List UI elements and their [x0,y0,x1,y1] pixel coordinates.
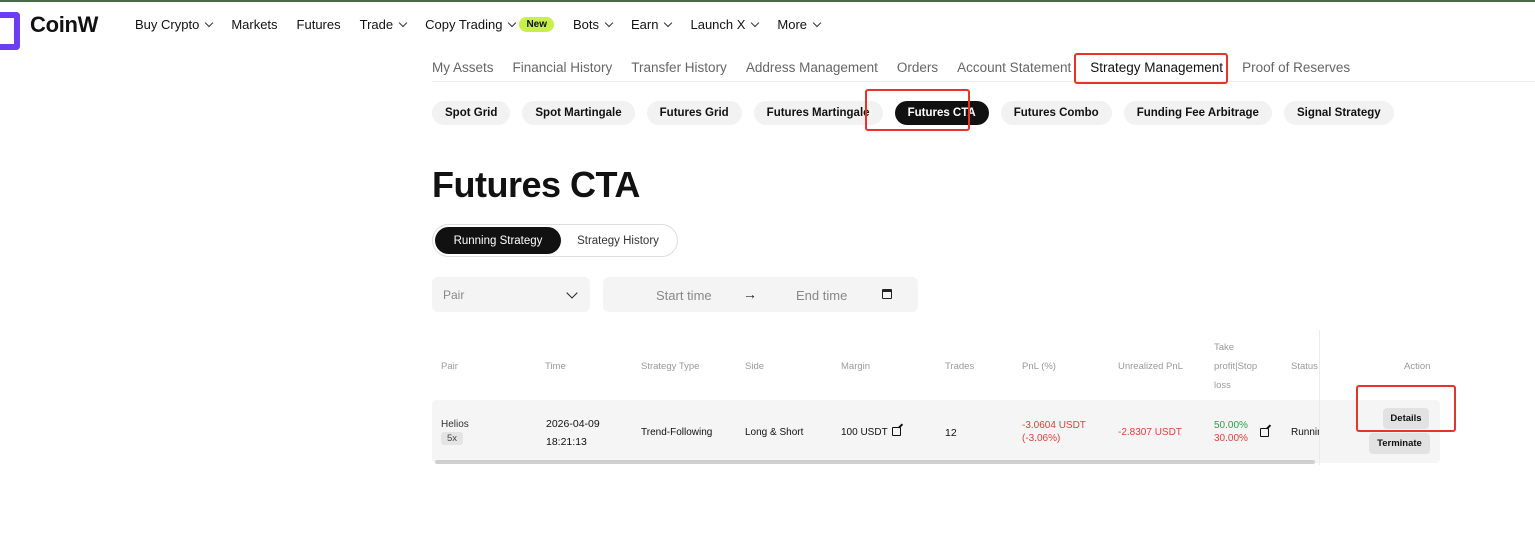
leverage-badge: 5x [441,432,464,445]
tab-proof-of-reserves[interactable]: Proof of Reserves [1242,60,1350,75]
nav-bots[interactable]: Bots [573,17,614,32]
nav-label: More [777,17,808,32]
header: CoinW Buy Crypto Markets Futures Trade C… [0,2,1535,50]
chevron-down-icon [205,18,214,28]
nav-label: Bots [573,17,600,32]
tab-orders[interactable]: Orders [897,60,938,75]
col-header-tp-sl: Take profit|Stop loss [1214,342,1258,391]
cell-unrealized-pnl: -2.8307 USDT [1118,427,1182,438]
cell-trades: 12 [945,427,957,439]
cell-pnl-pct: (-3.06%) [1022,433,1061,444]
chevron-down-icon [566,287,578,299]
cell-side: Long & Short [745,427,804,438]
col-header-strategy-type: Strategy Type [641,361,700,372]
nav-launch-x[interactable]: Launch X [690,17,760,32]
tab-my-assets[interactable]: My Assets [432,60,494,75]
nav-label: Trade [359,17,394,32]
nav-label: Buy Crypto [135,17,200,32]
col-header-side: Side [745,361,765,372]
strategy-history-button[interactable]: Strategy History [561,227,675,254]
col-header-margin: Margin [841,361,871,372]
tab-account-statement[interactable]: Account Statement [957,60,1071,75]
col-header-pair: Pair [441,361,458,372]
tab-transfer-history[interactable]: Transfer History [631,60,727,75]
nav-buy-crypto[interactable]: Buy Crypto [135,17,214,32]
brand-name: CoinW [30,12,99,37]
col-header-unrealized-pnl: Unrealized PnL [1118,361,1183,372]
tab-address-management[interactable]: Address Management [746,60,878,75]
page-title: Futures CTA [432,164,640,205]
cell-strategy-type: Trend-Following [641,427,713,438]
start-time-input[interactable]: Start time [656,288,712,303]
tab-financial-history[interactable]: Financial History [513,60,613,75]
new-badge: New [519,17,554,32]
main-nav: Buy Crypto Markets Futures Trade Copy Tr… [135,17,839,32]
nav-more[interactable]: More [777,17,822,32]
edit-icon[interactable] [1260,428,1269,437]
table-row [432,400,1440,463]
tab-strategy-management[interactable]: Strategy Management [1090,60,1223,75]
arrow-right-icon: → [743,286,757,302]
cell-pnl-value: -3.0604 USDT [1022,420,1086,431]
nav-label: Copy Trading [425,17,503,32]
pill-funding-fee-arbitrage[interactable]: Funding Fee Arbitrage [1123,101,1272,125]
pair-select-placeholder: Pair [443,287,465,302]
chevron-down-icon [664,18,673,28]
logo[interactable]: CoinW [0,12,99,50]
nav-label: Launch X [690,17,746,32]
pill-futures-combo[interactable]: Futures Combo [1000,101,1112,125]
details-button[interactable]: Details [1383,408,1429,429]
cell-take-profit: 50.00% [1214,420,1248,431]
calendar-icon[interactable] [882,289,892,299]
nav-copy-trading[interactable]: Copy Trading New [425,17,554,32]
chevron-down-icon [751,18,760,28]
strategy-type-pills: Spot Grid Spot Martingale Futures Grid F… [432,101,1406,125]
nav-label: Earn [631,17,659,32]
edit-icon[interactable] [891,427,901,436]
pill-spot-martingale[interactable]: Spot Martingale [522,101,635,125]
nav-earn[interactable]: Earn [631,17,673,32]
col-header-time: Time [545,361,566,372]
nav-trade[interactable]: Trade [359,17,408,32]
running-strategy-button[interactable]: Running Strategy [435,227,561,254]
col-header-status: Status [1291,361,1318,372]
cell-stop-loss: 30.00% [1214,433,1248,444]
pill-futures-grid[interactable]: Futures Grid [646,101,742,125]
chevron-down-icon [604,18,614,28]
account-tabs: My Assets Financial History Transfer His… [432,60,1369,75]
nav-markets[interactable]: Markets [231,17,277,32]
cell-date: 2026-04-09 [546,418,600,430]
pill-signal-strategy[interactable]: Signal Strategy [1283,101,1394,125]
pair-select[interactable]: Pair [432,277,590,312]
cell-time: 18:21:13 [546,436,587,448]
cell-pair: Helios [441,419,469,430]
col-header-action: Action [1404,361,1431,372]
pill-futures-martingale[interactable]: Futures Martingale [753,101,883,125]
margin-value: 100 USDT [841,427,888,438]
nav-futures[interactable]: Futures [297,17,341,32]
coinw-logo-icon [0,12,20,50]
end-time-input[interactable]: End time [796,288,847,303]
action-column-separator [1319,330,1320,465]
nav-label: Markets [231,17,278,32]
pill-spot-grid[interactable]: Spot Grid [432,101,511,125]
chevron-down-icon [398,18,408,28]
date-range-picker[interactable]: Start time → End time [603,277,918,312]
cell-status: Runnin [1291,427,1319,438]
horizontal-scrollbar[interactable] [435,460,1315,464]
chevron-down-icon [508,18,517,28]
terminate-button[interactable]: Terminate [1369,433,1430,454]
col-header-pnl: PnL (%) [1022,361,1056,372]
pill-futures-cta[interactable]: Futures CTA [894,101,989,125]
cell-margin: 100 USDT [841,427,901,438]
col-header-trades: Trades [945,361,975,372]
tabs-divider [432,81,1535,82]
strategy-segment-toggle: Running Strategy Strategy History [432,224,678,257]
nav-label: Futures [296,17,341,32]
chevron-down-icon [812,18,822,28]
